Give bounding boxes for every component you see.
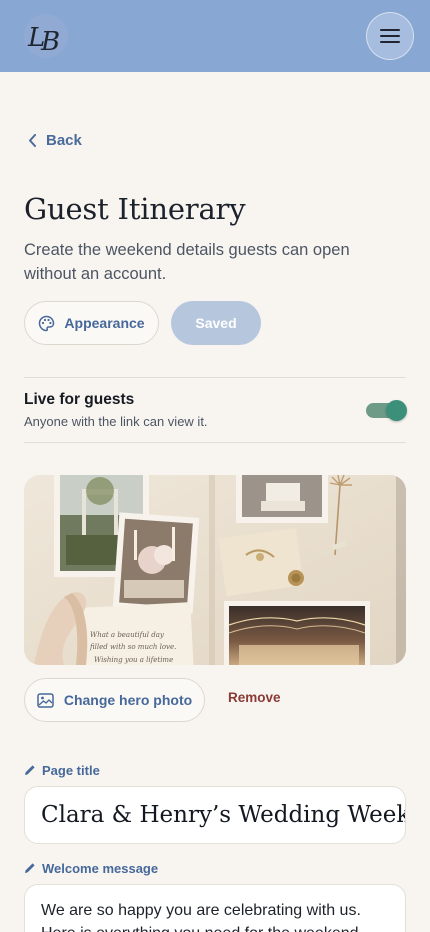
appearance-label: Appearance [64, 315, 145, 331]
page-title-input[interactable]: Clara & Henry’s Wedding Week [24, 786, 406, 844]
welcome-message-input[interactable]: We are so happy you are celebrating with… [24, 884, 406, 932]
toggle-knob [386, 400, 407, 421]
welcome-field-label: Welcome message [24, 860, 158, 876]
change-hero-photo-label: Change hero photo [63, 692, 193, 708]
live-subtitle: Anyone with the link can view it. [24, 414, 208, 429]
saved-button[interactable]: Saved [171, 301, 261, 345]
top-bar: L B [0, 0, 430, 72]
image-icon [37, 692, 54, 708]
welcome-label-text: Welcome message [42, 860, 159, 876]
page-subtitle: Create the weekend details guests can op… [24, 241, 350, 283]
page-title-field-label: Page title [24, 762, 100, 778]
live-title: Live for guests [24, 391, 135, 408]
page-title-label-text: Page title [42, 762, 100, 778]
svg-text:B: B [40, 27, 60, 57]
menu-button[interactable] [366, 12, 414, 60]
pencil-icon [25, 863, 35, 873]
remove-photo-button[interactable]: Remove [228, 690, 281, 705]
hero-photo: What a beautiful day filled with so much… [24, 475, 406, 665]
live-toggle[interactable] [366, 400, 407, 421]
hamburger-icon [380, 29, 400, 43]
change-hero-photo-button[interactable]: Change hero photo [24, 678, 205, 722]
note-line: Wishing you a lifetime [94, 656, 173, 664]
divider [24, 442, 406, 443]
saved-label: Saved [195, 315, 237, 331]
monogram-logo[interactable]: L B [22, 12, 70, 60]
palette-icon [39, 315, 55, 331]
appearance-button[interactable]: Appearance [24, 301, 159, 345]
note-line: What a beautiful day [90, 631, 165, 639]
back-link[interactable]: Back [28, 129, 82, 151]
chevron-left-icon [29, 133, 36, 147]
hero-collage-image: What a beautiful day filled with so much… [24, 475, 406, 665]
page-title: Guest Itinerary [24, 192, 246, 226]
divider [24, 377, 406, 378]
note-line: filled with so much love. [89, 643, 176, 651]
back-label: Back [46, 131, 82, 149]
pencil-icon [25, 765, 35, 775]
